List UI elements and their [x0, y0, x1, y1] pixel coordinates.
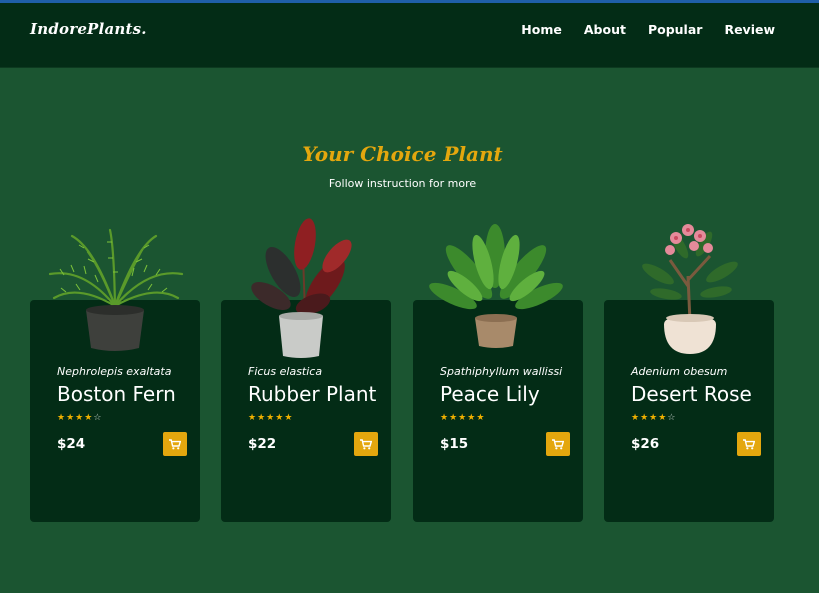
star-half-icon: ★ [658, 413, 668, 423]
star-icon: ★ [275, 413, 285, 423]
star-icon: ★ [440, 413, 450, 423]
product-card-boston-fern[interactable]: Nephrolepis exaltata Boston Fern ★★★★☆ $… [30, 228, 200, 522]
star-rating: ★★★★☆ [631, 413, 761, 423]
scientific-name: Ficus elastica [248, 365, 323, 378]
product-price: $24 [57, 436, 86, 452]
star-icon: ★ [458, 413, 468, 423]
add-to-cart-button[interactable] [737, 432, 761, 456]
star-icon: ★ [631, 413, 641, 423]
nav-review[interactable]: Review [724, 22, 775, 37]
star-rating: ★★★★☆ [57, 413, 187, 423]
star-icon: ★ [257, 413, 267, 423]
star-half-icon: ★ [476, 413, 486, 423]
nav-about[interactable]: About [584, 22, 626, 37]
scientific-name: Spathiphyllum wallissi [440, 365, 563, 378]
scientific-name: Adenium obesum [631, 365, 728, 378]
product-name[interactable]: Boston Fern [57, 382, 187, 406]
star-icon: ★ [640, 413, 650, 423]
star-icon: ★ [467, 413, 477, 423]
add-to-cart-button[interactable] [546, 432, 570, 456]
cart-icon [743, 438, 755, 449]
site-header: IndorePlants. Home About Popular Review [0, 3, 819, 68]
section-subtitle: Follow instruction for more [328, 177, 477, 190]
star-empty-icon: ☆ [667, 413, 677, 423]
section-title: Your Choice Plant [302, 142, 503, 166]
cart-icon [360, 438, 372, 449]
star-rating: ★★★★★ [440, 413, 570, 423]
product-info: Nephrolepis exaltata Boston Fern ★★★★☆ $… [57, 364, 187, 456]
star-icon: ★ [284, 413, 294, 423]
nav-popular[interactable]: Popular [648, 22, 702, 37]
desert-rose-image [642, 224, 738, 354]
star-rating: ★★★★★ [248, 413, 378, 423]
price-row: $24 [57, 432, 187, 456]
product-card-desert-rose[interactable]: Adenium obesum Desert Rose ★★★★☆ $26 [604, 224, 774, 522]
product-name[interactable]: Rubber Plant [248, 382, 378, 406]
product-price: $26 [631, 436, 660, 452]
boston-fern-image [48, 228, 184, 351]
price-row: $26 [631, 432, 761, 456]
cart-icon [552, 438, 564, 449]
price-row: $22 [248, 432, 378, 456]
star-icon: ★ [649, 413, 659, 423]
star-half-icon: ★ [84, 413, 94, 423]
cart-icon [169, 438, 181, 449]
peace-lily-image [429, 224, 563, 348]
product-name[interactable]: Desert Rose [631, 382, 761, 406]
product-card-rubber-plant[interactable]: Ficus elastica Rubber Plant ★★★★★ $22 [221, 218, 391, 522]
product-info: Ficus elastica Rubber Plant ★★★★★ $22 [248, 364, 378, 456]
product-info: Spathiphyllum wallissi Peace Lily ★★★★★ … [440, 364, 570, 456]
brand-logo[interactable]: IndorePlants. [30, 20, 147, 38]
product-card-peace-lily[interactable]: Spathiphyllum wallissi Peace Lily ★★★★★ … [413, 224, 583, 522]
rubber-plant-image [251, 218, 352, 358]
star-empty-icon: ☆ [93, 413, 103, 423]
main-nav: Home About Popular Review [521, 22, 775, 37]
nav-home[interactable]: Home [521, 22, 562, 37]
star-icon: ★ [57, 413, 67, 423]
scientific-name: Nephrolepis exaltata [57, 365, 172, 378]
star-icon: ★ [75, 413, 85, 423]
product-price: $22 [248, 436, 277, 452]
price-row: $15 [440, 432, 570, 456]
star-icon: ★ [266, 413, 276, 423]
product-name[interactable]: Peace Lily [440, 382, 570, 406]
star-icon: ★ [248, 413, 258, 423]
add-to-cart-button[interactable] [163, 432, 187, 456]
product-info: Adenium obesum Desert Rose ★★★★☆ $26 [631, 364, 761, 456]
product-price: $15 [440, 436, 469, 452]
star-icon: ★ [449, 413, 459, 423]
star-icon: ★ [66, 413, 76, 423]
add-to-cart-button[interactable] [354, 432, 378, 456]
